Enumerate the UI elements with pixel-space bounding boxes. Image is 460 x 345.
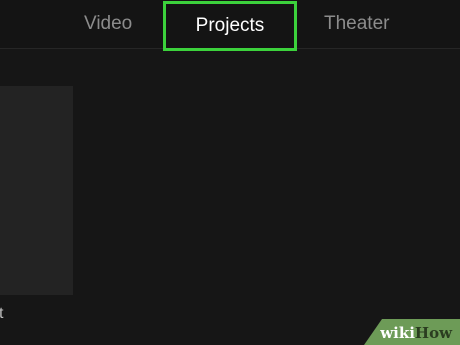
tab-projects[interactable]: Projects (163, 1, 297, 51)
project-thumbnail[interactable] (0, 86, 73, 295)
watermark-part-wiki: wiki (380, 324, 415, 342)
wikihow-watermark-text: wikiHow (380, 324, 452, 342)
tab-bar: Video Projects Theater (0, 0, 460, 51)
tab-video[interactable]: Video (84, 0, 132, 48)
tab-theater[interactable]: Theater (324, 0, 389, 48)
watermark-part-how: How (414, 324, 452, 342)
project-title: t (0, 305, 4, 322)
